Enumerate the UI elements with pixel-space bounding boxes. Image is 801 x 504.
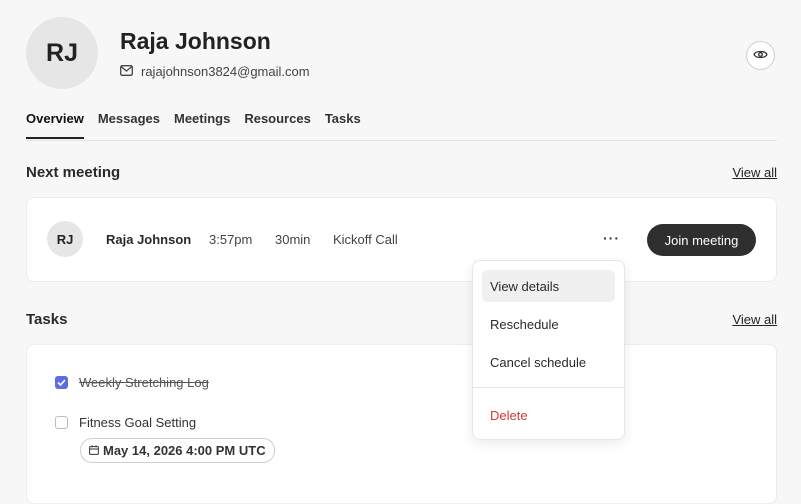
task-item: Weekly Stretching Log: [55, 375, 209, 390]
mail-icon: [120, 64, 133, 79]
meeting-avatar: RJ: [47, 221, 83, 257]
menu-divider: [473, 387, 624, 388]
calendar-icon: [89, 443, 99, 458]
join-meeting-button[interactable]: Join meeting: [647, 224, 756, 256]
view-profile-button[interactable]: [746, 41, 775, 70]
task-label: Fitness Goal Setting: [79, 415, 197, 430]
meetings-view-all-link[interactable]: View all: [732, 165, 777, 180]
menu-item-view-details[interactable]: View details: [482, 270, 615, 302]
profile-avatar: RJ: [26, 17, 98, 89]
tab-messages[interactable]: Messages: [98, 108, 160, 136]
meeting-attendee-name: Raja Johnson: [106, 232, 192, 247]
eye-icon: [753, 47, 768, 65]
next-meeting-title: Next meeting: [26, 164, 121, 181]
task-item: Fitness Goal Setting: [55, 415, 196, 430]
menu-item-delete[interactable]: Delete: [482, 399, 615, 431]
tasks-title: Tasks: [26, 311, 68, 328]
tasks-view-all-link[interactable]: View all: [732, 312, 777, 327]
profile-email: rajajohnson3824@gmail.com: [120, 64, 310, 79]
task-due-date-badge: May 14, 2026 4:00 PM UTC: [80, 438, 275, 463]
menu-item-cancel-schedule[interactable]: Cancel schedule: [482, 346, 615, 378]
task-checkbox[interactable]: [55, 416, 68, 429]
task-due-date-text: May 14, 2026 4:00 PM UTC: [103, 443, 266, 458]
meeting-time: 3:57pm: [209, 232, 253, 247]
tab-overview[interactable]: Overview: [26, 108, 84, 139]
meeting-duration: 30min: [275, 232, 311, 247]
more-options-icon[interactable]: ···: [603, 230, 620, 246]
task-checkbox[interactable]: [55, 376, 68, 389]
profile-name: Raja Johnson: [120, 28, 271, 54]
next-meeting-card: RJ Raja Johnson 3:57pm 30min Kickoff Cal…: [26, 197, 777, 282]
tasks-card: Weekly Stretching Log Fitness Goal Setti…: [26, 344, 777, 504]
tab-tasks[interactable]: Tasks: [325, 108, 361, 136]
meeting-options-menu: View details Reschedule Cancel schedule …: [472, 260, 625, 440]
task-label: Weekly Stretching Log: [79, 375, 209, 390]
menu-item-reschedule[interactable]: Reschedule: [482, 308, 615, 340]
tab-resources[interactable]: Resources: [244, 108, 310, 136]
profile-email-text: rajajohnson3824@gmail.com: [141, 64, 310, 79]
tab-bar: Overview Messages Meetings Resources Tas…: [26, 108, 777, 141]
tab-meetings[interactable]: Meetings: [174, 108, 230, 136]
meeting-title: Kickoff Call: [333, 232, 398, 247]
